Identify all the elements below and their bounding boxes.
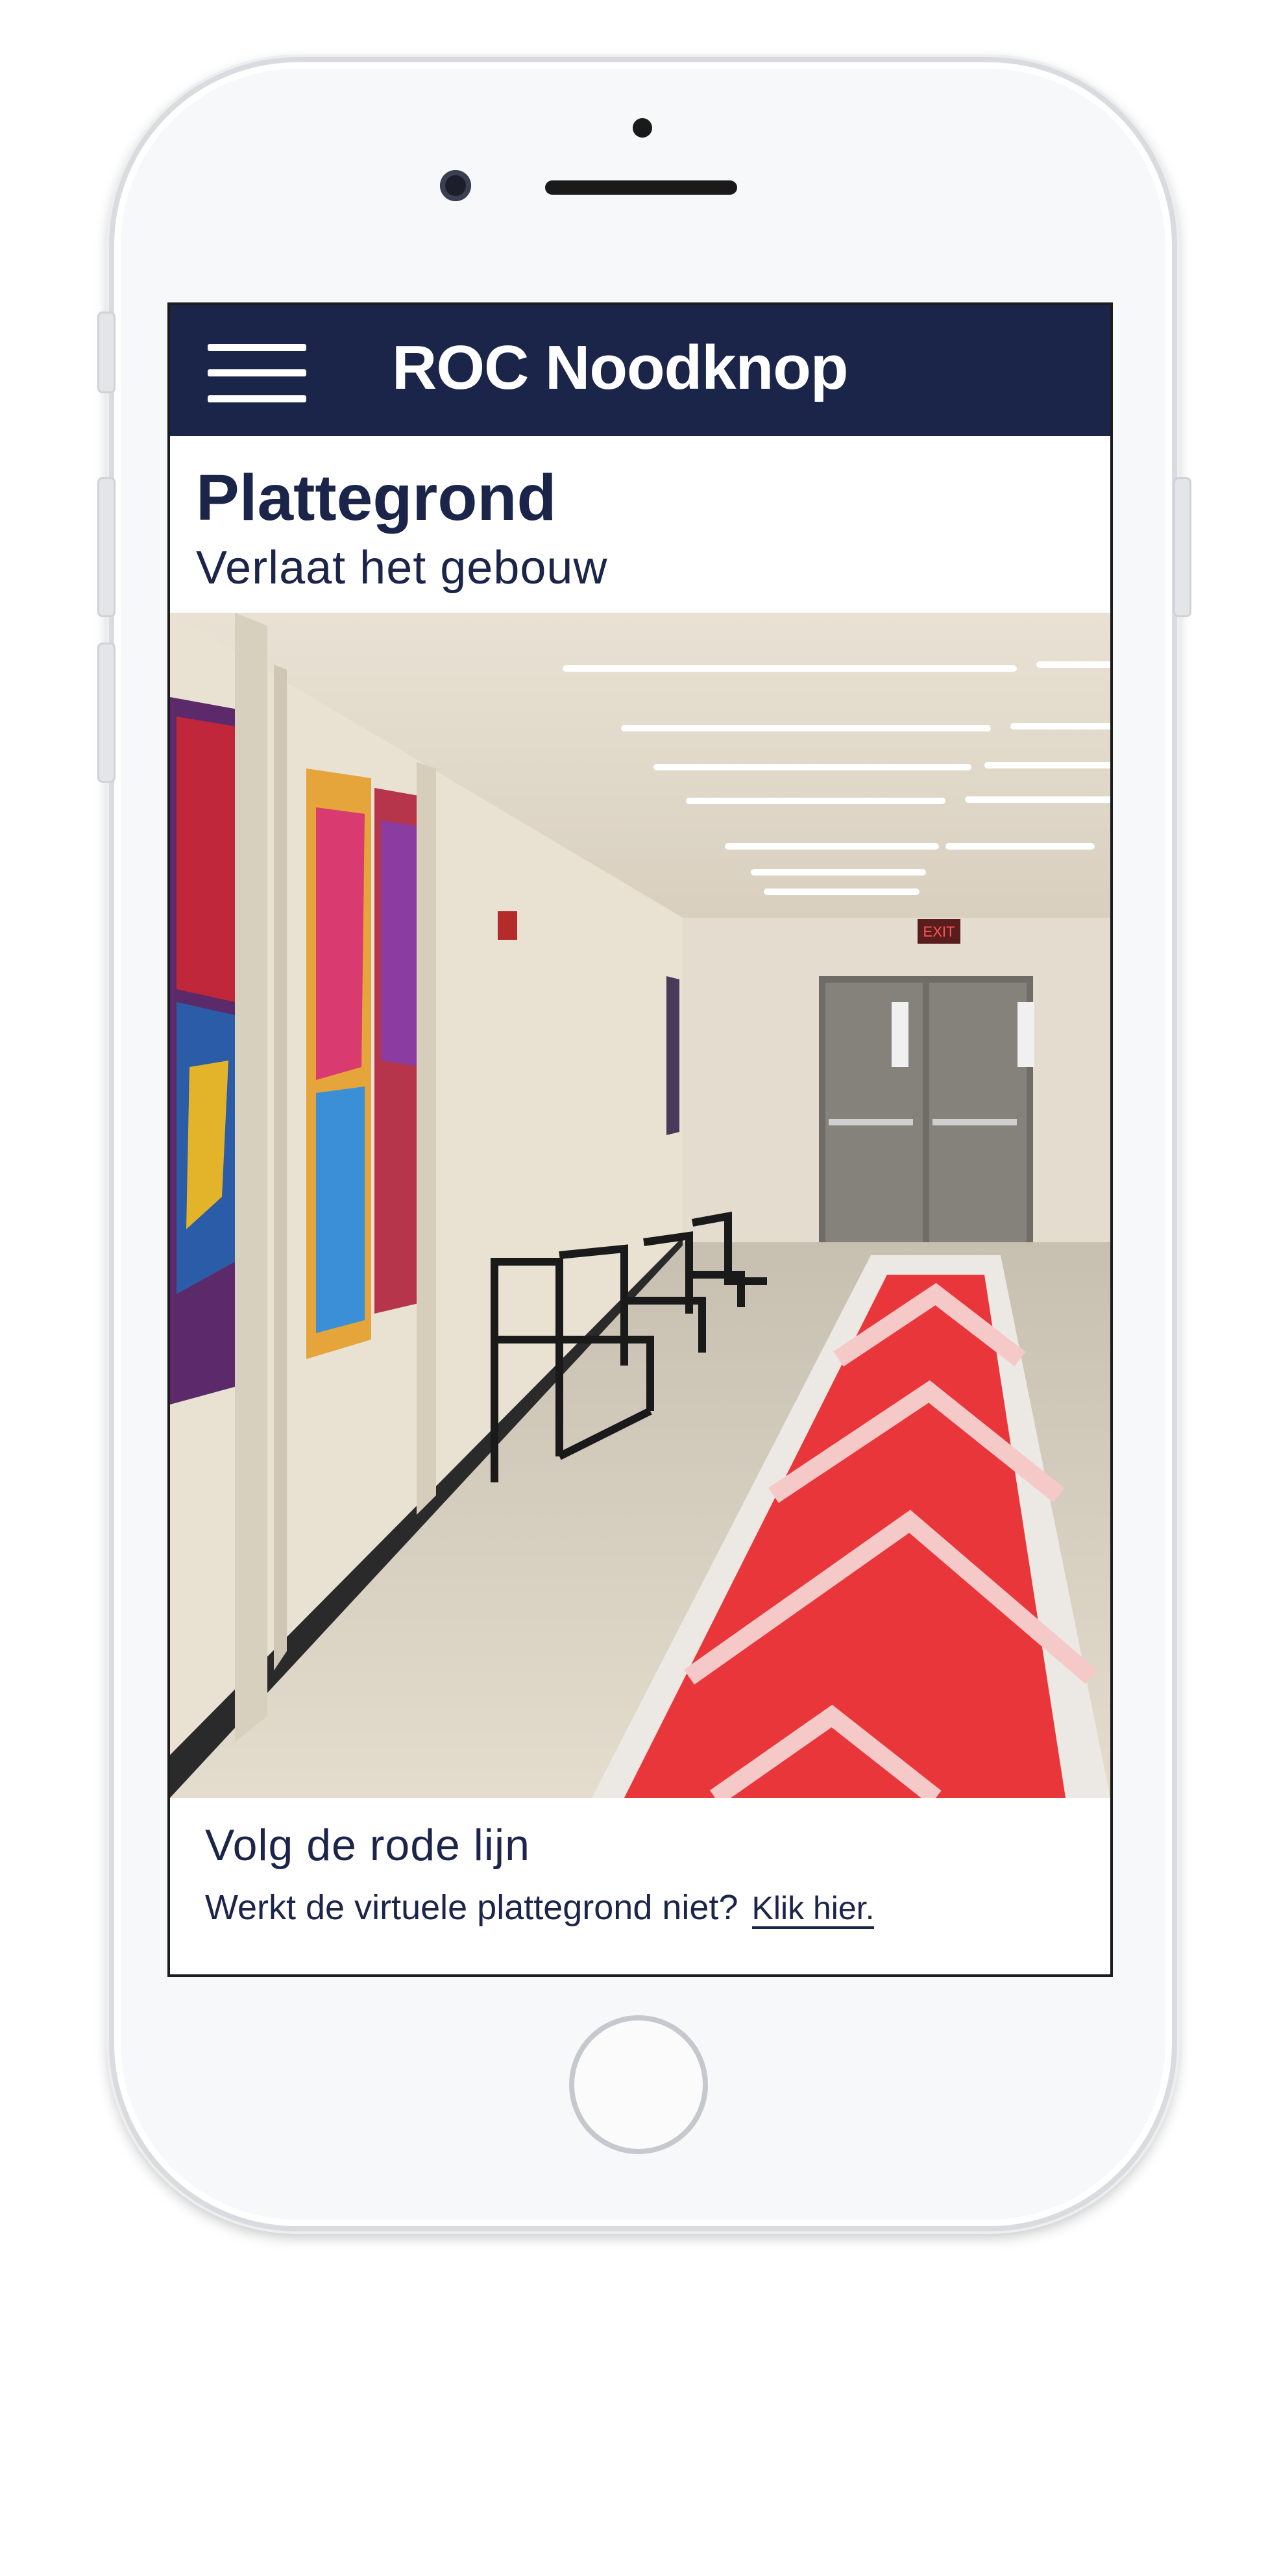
- app-title: ROC Noodknop: [392, 333, 849, 402]
- volume-down-button: [97, 643, 116, 783]
- fallback-question: Werkt de virtuele plattegrond niet?: [205, 1888, 738, 1927]
- corridor-photo: EXIT: [170, 613, 1110, 1798]
- top-app-bar: ROC Noodknop: [170, 305, 1110, 436]
- home-button-icon[interactable]: [569, 2015, 708, 2154]
- power-button: [1173, 477, 1191, 617]
- page-title: Plattegrond: [196, 461, 557, 534]
- route-instruction: Volg de rode lijn: [205, 1821, 530, 1870]
- front-camera-icon: [440, 170, 471, 201]
- earpiece-speaker: [545, 180, 737, 195]
- virtual-floor-map-image: EXIT: [170, 613, 1110, 1798]
- volume-up-button: [97, 477, 116, 617]
- mute-switch: [97, 312, 116, 393]
- click-here-link[interactable]: Klik hier.: [751, 1890, 875, 1929]
- proximity-sensor: [633, 118, 652, 138]
- exit-sign: EXIT: [923, 924, 955, 940]
- hamburger-menu-icon[interactable]: [208, 344, 306, 402]
- app-screen: ROC Noodknop Plattegrond Verlaat het geb…: [167, 302, 1113, 1977]
- fallback-message: Werkt de virtuele plattegrond niet? Klik…: [205, 1887, 875, 1929]
- page-subtitle: Verlaat het gebouw: [196, 542, 608, 594]
